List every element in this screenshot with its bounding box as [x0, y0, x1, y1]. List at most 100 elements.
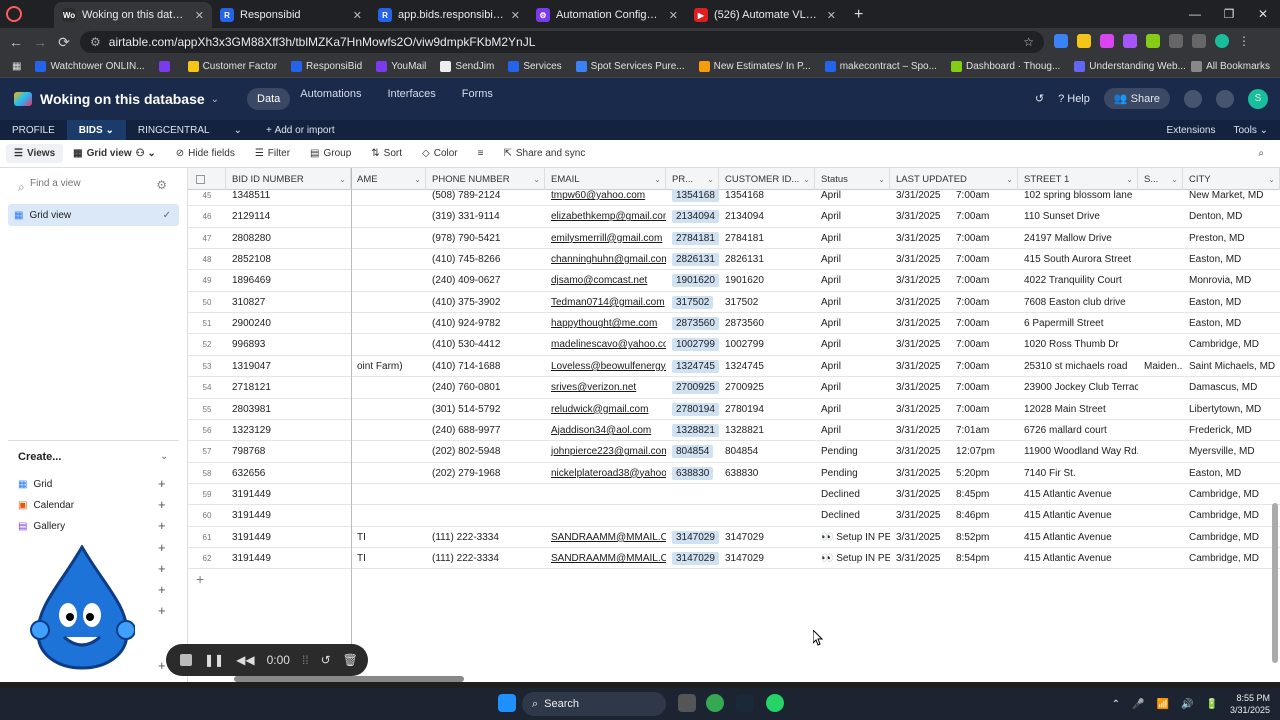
puzzle-icon[interactable]: [1169, 34, 1183, 48]
bid-id-cell[interactable]: 2900240: [226, 313, 351, 334]
bookmark-item[interactable]: ResponsiBid: [291, 61, 362, 72]
last-updated-date-cell[interactable]: 3/31/2025: [890, 377, 950, 398]
last-updated-date-cell[interactable]: 3/31/2025: [890, 356, 950, 377]
phone-cell[interactable]: (410) 924-9782: [426, 313, 545, 334]
chevron-down-icon[interactable]: ⌄: [654, 175, 661, 184]
pr-cell[interactable]: 2134094: [666, 206, 719, 227]
bid-id-cell[interactable]: 2852108: [226, 249, 351, 270]
pr-cell[interactable]: 1002799: [666, 334, 719, 355]
tab-ringcentral[interactable]: RINGCENTRAL: [126, 120, 222, 140]
phone-cell[interactable]: [426, 505, 545, 526]
nav-forms[interactable]: Forms: [462, 88, 493, 110]
s-cell[interactable]: [1138, 484, 1183, 505]
city-cell[interactable]: Cambridge, MD: [1183, 484, 1280, 505]
taskbar-search[interactable]: ⌕ Search: [522, 692, 666, 716]
linked-record-pill[interactable]: 1901620: [672, 274, 719, 288]
last-updated-time-cell[interactable]: 7:00am: [950, 356, 1018, 377]
last-updated-date-cell[interactable]: 3/31/2025: [890, 228, 950, 249]
linked-record-pill[interactable]: 2700925: [672, 381, 719, 395]
s-cell[interactable]: [1138, 292, 1183, 313]
status-cell[interactable]: April: [815, 270, 890, 291]
last-updated-time-cell[interactable]: 7:01am: [950, 420, 1018, 441]
email-cell[interactable]: madelinescavo@yahoo.com: [545, 334, 666, 355]
email-cell[interactable]: Tedman0714@gmail.com: [545, 292, 666, 313]
volume-icon[interactable]: 🔊: [1181, 699, 1193, 710]
name-cell[interactable]: [351, 206, 426, 227]
browser-tab[interactable]: Wo Woking on this database: B ✕: [54, 2, 212, 28]
linked-record-pill[interactable]: 2784181: [672, 231, 719, 245]
help-button[interactable]: ? Help: [1058, 93, 1090, 105]
last-updated-time-cell[interactable]: 8:52pm: [950, 527, 1018, 548]
s-cell[interactable]: Maiden...: [1138, 356, 1183, 377]
close-tab-icon[interactable]: ✕: [195, 9, 204, 22]
restart-icon[interactable]: ↺: [321, 653, 331, 667]
name-cell[interactable]: [351, 484, 426, 505]
phone-cell[interactable]: (508) 789-2124: [426, 185, 545, 206]
phone-cell[interactable]: (240) 688-9977: [426, 420, 545, 441]
add-record-icon[interactable]: +: [196, 571, 204, 587]
filter-button[interactable]: ☰ Filter: [245, 148, 300, 159]
last-updated-date-cell[interactable]: 3/31/2025: [890, 463, 950, 484]
add-view-icon[interactable]: +: [158, 658, 166, 673]
last-updated-date-cell[interactable]: 3/31/2025: [890, 399, 950, 420]
wifi-icon[interactable]: 📶: [1157, 699, 1169, 710]
linked-record-pill[interactable]: 1328821: [672, 423, 719, 437]
add-view-icon[interactable]: +: [158, 582, 166, 597]
chevron-down-icon[interactable]: ⌄: [878, 175, 885, 184]
status-cell[interactable]: Pending: [815, 441, 890, 462]
pause-icon[interactable]: ❚❚: [204, 653, 224, 667]
add-view-icon[interactable]: +: [158, 603, 166, 618]
email-cell[interactable]: srives@verizon.net: [545, 377, 666, 398]
pr-cell[interactable]: 2784181: [666, 228, 719, 249]
customer-id-cell[interactable]: 1002799: [719, 334, 815, 355]
customer-id-cell[interactable]: 317502: [719, 292, 815, 313]
phone-cell[interactable]: (240) 760-0801: [426, 377, 545, 398]
browser-tab[interactable]: ⚙ Automation Configuration Upd ✕: [528, 2, 686, 28]
email-cell[interactable]: johnpierce223@gmail.com: [545, 441, 666, 462]
vertical-scrollbar[interactable]: [1272, 503, 1278, 663]
s-cell[interactable]: [1138, 505, 1183, 526]
find-view-input[interactable]: [30, 178, 150, 189]
customer-id-cell[interactable]: 1324745: [719, 356, 815, 377]
pr-cell[interactable]: 2873560: [666, 313, 719, 334]
windows-start-icon[interactable]: [498, 694, 516, 712]
last-updated-date-cell[interactable]: 3/31/2025: [890, 484, 950, 505]
last-updated-time-cell[interactable]: 12:07pm: [950, 441, 1018, 462]
last-updated-time-cell[interactable]: 7:00am: [950, 185, 1018, 206]
nav-interfaces[interactable]: Interfaces: [387, 88, 435, 110]
share-sync-button[interactable]: ⇱ Share and sync: [493, 148, 595, 159]
name-cell[interactable]: [351, 505, 426, 526]
battery-icon[interactable]: 🔋: [1206, 699, 1218, 710]
name-cell[interactable]: TI: [351, 548, 426, 569]
street-cell[interactable]: 12028 Main Street: [1018, 399, 1138, 420]
browser-tab[interactable]: R Responsibid ✕: [212, 2, 370, 28]
chevron-down-icon[interactable]: ⌄: [160, 451, 168, 462]
phone-cell[interactable]: (410) 714-1688: [426, 356, 545, 377]
pr-cell[interactable]: 1901620: [666, 270, 719, 291]
tables-chevron-icon[interactable]: ⌄: [222, 120, 254, 140]
street-cell[interactable]: 6 Papermill Street: [1018, 313, 1138, 334]
bid-id-cell[interactable]: 3191449: [226, 505, 351, 526]
s-cell[interactable]: [1138, 334, 1183, 355]
bookmark-item[interactable]: Dashboard · Thoug...: [950, 61, 1060, 72]
chevron-down-icon[interactable]: ⌄: [1171, 175, 1178, 184]
last-updated-date-cell[interactable]: 3/31/2025: [890, 292, 950, 313]
bid-id-cell[interactable]: 996893: [226, 334, 351, 355]
bookmark-item[interactable]: Services: [508, 61, 562, 72]
browser-tab[interactable]: Rapp.bids.responsibid.com/Custo ✕: [370, 2, 528, 28]
extension-icon[interactable]: [1054, 34, 1068, 48]
last-updated-date-cell[interactable]: 3/31/2025: [890, 313, 950, 334]
name-cell[interactable]: [351, 270, 426, 291]
last-updated-date-cell[interactable]: 3/31/2025: [890, 270, 950, 291]
clock[interactable]: 8:55 PM 3/31/2025: [1230, 692, 1270, 716]
url-field[interactable]: ⚙ airtable.com/appXh3x3GM88Xff3h/tblMZKa…: [80, 31, 1044, 53]
bookmark-item[interactable]: Spot Services Pure...: [575, 61, 685, 72]
city-cell[interactable]: Preston, MD: [1183, 228, 1280, 249]
all-bookmarks[interactable]: All Bookmarks: [1191, 61, 1270, 72]
add-view-icon[interactable]: +: [158, 540, 166, 555]
steam-icon[interactable]: [736, 694, 754, 712]
city-cell[interactable]: Easton, MD: [1183, 249, 1280, 270]
site-info-icon[interactable]: ⚙: [90, 35, 101, 49]
chevron-down-icon[interactable]: ⌄: [1006, 175, 1013, 184]
customer-id-cell[interactable]: 1354168: [719, 185, 815, 206]
